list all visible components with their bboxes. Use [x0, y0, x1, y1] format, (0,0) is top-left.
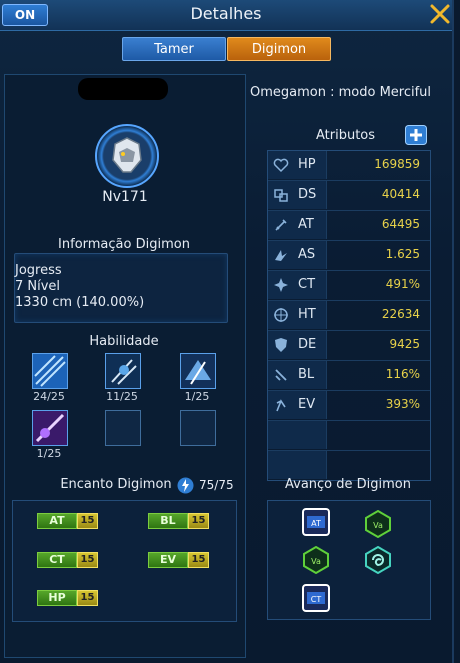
svg-text:Va: Va	[373, 521, 383, 530]
info-line-size: 1330 cm (140.00%)	[15, 295, 145, 310]
attr-row-at: AT 64495	[268, 211, 430, 241]
encanto-ct-label: CT	[37, 552, 77, 568]
advance-ct-icon[interactable]: CT	[302, 584, 330, 612]
attributes-table: HP 169859 DS 40414 AT 64495 AS 1.625 CT …	[267, 150, 431, 481]
skill-4-level: 1/25	[36, 447, 62, 460]
skill-slot-1[interactable]	[32, 353, 68, 389]
attributes-heading: Atributos	[316, 128, 376, 143]
encanto-ct-value: 15	[77, 552, 98, 568]
block-icon	[275, 369, 287, 381]
encanto-hp-label: HP	[37, 590, 77, 606]
speed-icon	[275, 250, 287, 261]
attr-key: DS	[298, 187, 317, 202]
encanto-bl-label: BL	[148, 513, 188, 529]
digimon-avatar	[95, 124, 159, 188]
attr-value: 116%	[385, 367, 420, 381]
svg-text:AT: AT	[311, 519, 321, 528]
advance-va2-icon[interactable]: Va	[302, 546, 330, 574]
advance-spiral-icon[interactable]	[364, 546, 392, 574]
tab-tamer[interactable]: Tamer	[122, 37, 226, 61]
digimon-level: Nv171	[102, 189, 148, 205]
skill-slot-5-empty[interactable]	[105, 410, 141, 446]
attr-row-empty-2	[268, 451, 430, 480]
skill-3-level: 1/25	[184, 390, 210, 403]
encanto-ev-label: EV	[148, 552, 188, 568]
plus-icon[interactable]	[405, 125, 427, 145]
ds-icon	[274, 189, 288, 202]
attr-key: DE	[298, 337, 317, 352]
evade-icon	[276, 399, 286, 412]
digimon-name: Omegamon : modo Merciful	[250, 85, 432, 100]
attr-key: AS	[298, 247, 316, 262]
title-bar: ON Detalhes	[0, 0, 452, 31]
attr-value: 22634	[381, 307, 420, 321]
attr-row-hp: HP 169859	[268, 151, 430, 181]
shield-icon	[275, 338, 287, 352]
attr-row-ct: CT 491%	[268, 271, 430, 301]
attr-key: AT	[298, 217, 314, 232]
svg-text:CT: CT	[311, 595, 322, 604]
attr-key: BL	[298, 367, 315, 382]
encanto-bl-value: 15	[188, 513, 209, 529]
skills-heading: Habilidade	[89, 334, 159, 349]
attr-value: 491%	[385, 277, 420, 291]
skill-1-level: 24/25	[33, 390, 65, 403]
skill-2-level: 11/25	[106, 390, 138, 403]
skill-slot-6-empty[interactable]	[180, 410, 216, 446]
heart-icon	[273, 158, 289, 173]
skill-slot-4[interactable]	[32, 410, 68, 446]
attr-value: 393%	[385, 397, 420, 411]
advance-va-icon[interactable]: Va	[364, 510, 392, 538]
target-icon	[274, 308, 288, 322]
lightning-icon	[177, 477, 194, 494]
attr-row-ds: DS 40414	[268, 181, 430, 211]
skill-slot-3[interactable]	[180, 353, 216, 389]
sword-icon	[275, 219, 287, 231]
encanto-ev-value: 15	[188, 552, 209, 568]
attr-row-as: AS 1.625	[268, 241, 430, 271]
avanco-box	[267, 500, 431, 620]
info-line-level: 7 Nível	[15, 279, 61, 294]
encanto-hp-value: 15	[77, 590, 98, 606]
info-line-type: Jogress	[15, 263, 62, 278]
attr-value: 40414	[381, 187, 420, 201]
attr-value: 169859	[374, 157, 420, 171]
encanto-value: 75/75	[199, 478, 234, 492]
attr-key: HT	[298, 307, 316, 322]
attr-row-ev: EV 393%	[268, 391, 430, 421]
attr-row-ht: HT 22634	[268, 301, 430, 331]
attr-value: 1.625	[385, 247, 420, 261]
omegamon-icon	[112, 137, 142, 173]
svg-text:Va: Va	[311, 557, 321, 566]
critical-icon	[274, 278, 288, 292]
attr-key: EV	[298, 397, 316, 412]
skill-slot-2[interactable]	[105, 353, 141, 389]
attr-key: HP	[298, 157, 316, 172]
encanto-heading: Encanto Digimon	[60, 477, 172, 492]
attr-value: 64495	[381, 217, 420, 231]
tab-digimon[interactable]: Digimon	[227, 37, 331, 61]
avanco-heading: Avanço de Digimon	[285, 477, 411, 492]
attr-row-de: DE 9425	[268, 331, 430, 361]
info-heading: Informação Digimon	[58, 237, 190, 252]
attr-row-empty-1	[268, 421, 430, 451]
attr-value: 9425	[389, 337, 420, 351]
window-title: Detalhes	[190, 4, 262, 23]
attr-key: CT	[298, 277, 316, 292]
advance-at-icon[interactable]: AT	[302, 508, 330, 536]
close-icon[interactable]	[428, 2, 452, 26]
redacted-name	[78, 78, 168, 100]
encanto-at-label: AT	[37, 513, 77, 529]
encanto-at-value: 15	[77, 513, 98, 529]
attr-row-bl: BL 116%	[268, 361, 430, 391]
